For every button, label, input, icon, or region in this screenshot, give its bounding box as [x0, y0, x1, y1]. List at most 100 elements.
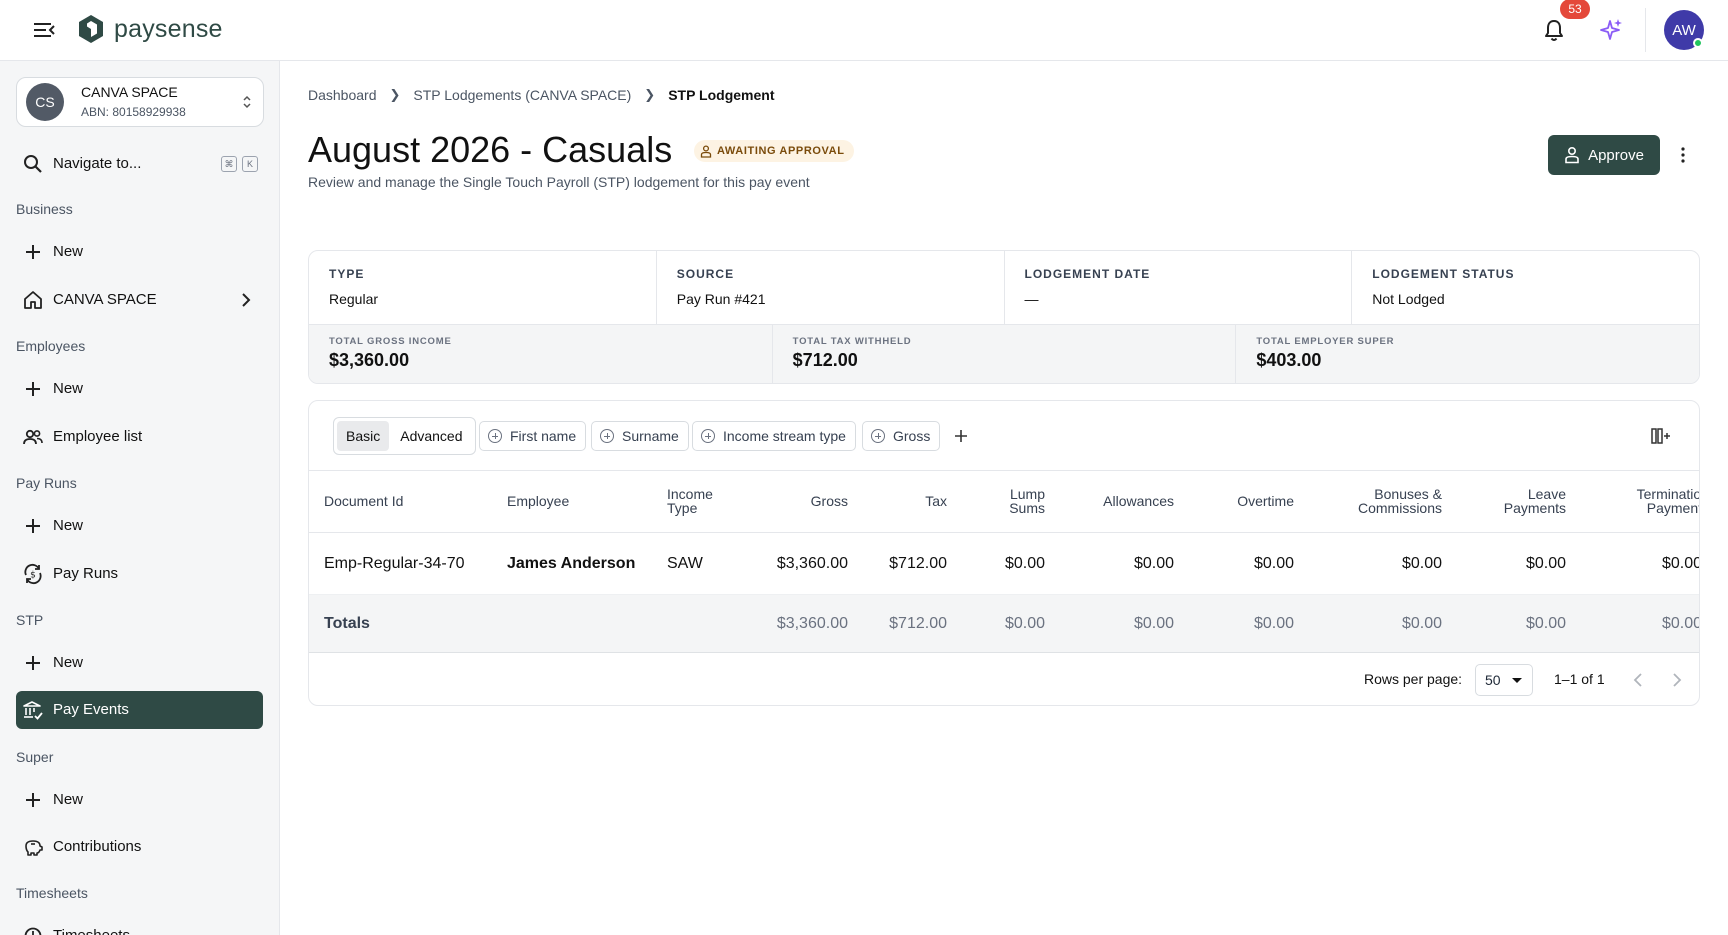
filter-surname[interactable]: Surname [591, 421, 689, 451]
sidebar-item-stp-new[interactable]: New [16, 644, 263, 682]
sidebar-item-canva-space[interactable]: CANVA SPACE [16, 281, 263, 319]
menu-collapse-icon[interactable] [32, 19, 56, 41]
column-header-termination-payments[interactable]: Termination Payments [1636, 486, 1699, 515]
header-line: Termination [1636, 486, 1699, 502]
sidebar: CS CANVA SPACE ABN: 80158929938 Navigate… [0, 61, 280, 935]
k-key-hint: K [242, 156, 258, 172]
sidebar-item-label: CANVA SPACE [53, 291, 157, 308]
header-line: Payments [1503, 500, 1566, 516]
sidebar-item-label: Timesheets [53, 927, 130, 935]
chevron-right-icon [242, 293, 251, 307]
column-header-gross[interactable]: Gross [811, 494, 848, 508]
total-termination: $0.00 [1661, 615, 1700, 632]
view-mode-toggle: Basic Advanced [333, 417, 476, 455]
sidebar-item-super-new[interactable]: New [16, 781, 263, 819]
summary-label: LODGEMENT STATUS [1372, 267, 1515, 281]
clock-icon [24, 927, 42, 935]
column-header-income-type[interactable]: Income Type [667, 487, 713, 515]
sidebar-item-label: New [53, 243, 84, 260]
people-icon [23, 429, 43, 445]
plus-circle-icon [600, 429, 614, 443]
filter-first-name[interactable]: First name [479, 421, 587, 451]
filter-gross[interactable]: Gross [862, 421, 941, 451]
total-tax-withheld: TOTAL TAX WITHHELD $712.00 [773, 325, 1237, 383]
cell-gross: $3,360.00 [776, 555, 848, 572]
cell-document-id: Emp-Regular-34-70 [324, 555, 465, 572]
column-header-allowances[interactable]: Allowances [1103, 494, 1174, 508]
total-bonuses: $0.00 [1401, 615, 1442, 632]
sidebar-item-label: New [53, 654, 84, 671]
organization-switcher[interactable]: CS CANVA SPACE ABN: 80158929938 [16, 77, 264, 127]
cell-employee: James Anderson [507, 555, 636, 572]
approve-button[interactable]: Approve [1548, 135, 1660, 175]
sidebar-item-payruns-new[interactable]: New [16, 507, 263, 545]
total-value: $403.00 [1256, 350, 1322, 370]
table-row[interactable]: Emp-Regular-34-70 James Anderson SAW $3,… [309, 533, 1699, 595]
column-header-lump-sums[interactable]: Lump Sums [1009, 487, 1045, 515]
rows-per-page-value: 50 [1485, 672, 1501, 688]
more-options-button[interactable] [1671, 141, 1695, 169]
plus-circle-icon [871, 429, 885, 443]
section-pay-runs: Pay Runs [16, 475, 77, 491]
svg-text:$: $ [30, 571, 36, 581]
sidebar-item-employees-new[interactable]: New [16, 370, 263, 408]
paysense-logo-icon [79, 15, 103, 43]
summary-lodgement-date: LODGEMENT DATE — [1005, 251, 1353, 324]
chevron-right-icon: ❯ [389, 87, 401, 102]
brand-name: paysense [114, 14, 223, 43]
column-header-overtime[interactable]: Overtime [1237, 494, 1294, 508]
total-overtime: $0.00 [1253, 615, 1294, 632]
home-icon [24, 291, 42, 309]
add-filter-plus-icon[interactable] [951, 426, 971, 446]
rows-per-page-select[interactable]: 50 [1475, 664, 1533, 696]
chevron-right-icon: ❯ [644, 87, 656, 102]
header-line: Income [667, 486, 713, 502]
header-line: Sums [1009, 500, 1045, 516]
column-header-employee[interactable]: Employee [507, 494, 569, 508]
cell-tax: $712.00 [889, 555, 947, 572]
next-page-chevron-icon[interactable] [1667, 670, 1687, 690]
summary-label: SOURCE [676, 267, 735, 281]
sidebar-item-pay-runs[interactable]: $ Pay Runs [16, 555, 263, 593]
view-basic-button[interactable]: Basic [337, 421, 390, 451]
cell-lump-sums: $0.00 [1004, 555, 1045, 572]
plus-icon [26, 519, 40, 533]
section-stp: STP [16, 612, 44, 628]
view-advanced-button[interactable]: Advanced [391, 421, 471, 451]
column-header-tax[interactable]: Tax [925, 494, 947, 508]
filter-label: Income stream type [723, 428, 846, 444]
navigate-label: Navigate to... [53, 155, 142, 172]
navigate-search[interactable]: Navigate to... ⌘ K [16, 148, 264, 178]
summary-label: LODGEMENT DATE [1024, 267, 1151, 281]
summary-value: Not Lodged [1372, 291, 1445, 307]
sidebar-item-timesheets[interactable]: Timesheets [16, 917, 263, 935]
topbar-divider [1645, 8, 1646, 52]
section-super: Super [16, 749, 54, 765]
summary-value: — [1024, 291, 1039, 307]
previous-page-chevron-icon[interactable] [1628, 670, 1648, 690]
table-toolbar: Basic Advanced First name Surname Income… [309, 401, 1699, 471]
sidebar-item-pay-events[interactable]: Pay Events [16, 691, 263, 729]
sidebar-item-contributions[interactable]: Contributions [16, 828, 263, 866]
column-header-leave-payments[interactable]: Leave Payments [1504, 487, 1566, 515]
columns-settings-icon[interactable] [1650, 425, 1672, 447]
logo[interactable]: paysense [78, 14, 223, 44]
breadcrumb-stp-lodgements[interactable]: STP Lodgements (CANVA SPACE) [413, 87, 631, 103]
breadcrumb-dashboard[interactable]: Dashboard [308, 87, 377, 103]
totals-row: Totals $3,360.00 $712.00 $0.00 $0.00 $0.… [309, 595, 1699, 653]
column-header-bonuses-commissions[interactable]: Bonuses & Commissions [1358, 487, 1442, 515]
total-label: TOTAL EMPLOYER SUPER [1256, 336, 1395, 347]
notifications-bell-icon[interactable] [1540, 16, 1568, 44]
ai-assistant-sparkle-icon[interactable] [1598, 17, 1624, 43]
sidebar-item-business-new[interactable]: New [16, 233, 263, 271]
filter-label: First name [510, 428, 577, 444]
cell-termination: $0.00 [1661, 555, 1700, 572]
plus-icon [26, 382, 40, 396]
total-allowances: $0.00 [1133, 615, 1174, 632]
column-header-document-id[interactable]: Document Id [324, 494, 403, 508]
total-label: TOTAL TAX WITHHELD [792, 336, 912, 347]
filter-income-stream-type[interactable]: Income stream type [692, 421, 856, 451]
sidebar-item-employee-list[interactable]: Employee list [16, 418, 263, 456]
total-gross-income: TOTAL GROSS INCOME $3,360.00 [309, 325, 773, 383]
pagination-range: 1–1 of 1 [1554, 671, 1605, 687]
